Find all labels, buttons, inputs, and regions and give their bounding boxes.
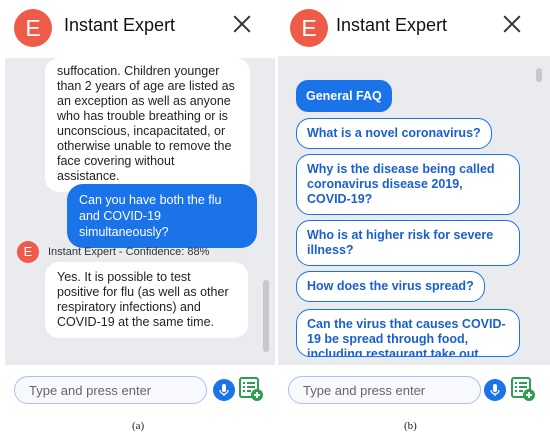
scrollbar-thumb[interactable] [536,68,542,82]
chat-area[interactable]: General FAQ What is a novel coronavirus?… [278,56,550,365]
chat-panel-b: E Instant Expert General FAQ What is a n… [278,0,550,414]
input-bar [0,366,275,414]
caption-b: (b) [404,420,417,432]
scrollbar[interactable] [536,60,542,356]
bot-message: suffocation. Children younger than 2 yea… [45,58,250,192]
chat-header: E Instant Expert [278,0,550,56]
scrollbar-thumb[interactable] [263,280,269,352]
bot-confidence-label: Instant Expert - Confidence: 88% [48,246,210,258]
input-bar [278,366,550,414]
message-input[interactable] [288,376,481,404]
bot-avatar-small: E [17,241,39,263]
caption-a: (a) [132,420,145,432]
faq-item[interactable]: What is a novel coronavirus? [296,118,492,149]
chat-header: E Instant Expert [0,0,275,56]
user-message: Can you have both the flu and COVID-19 s… [67,184,257,248]
faq-header-button[interactable]: General FAQ [296,80,392,112]
scrollbar[interactable] [263,62,269,358]
faq-item[interactable]: Who is at higher risk for severe illness… [296,220,520,266]
bot-avatar: E [290,9,328,47]
faq-item[interactable]: Can the virus that causes COVID-19 be sp… [296,309,520,357]
microphone-icon[interactable] [213,379,235,401]
list-add-icon[interactable] [510,376,536,402]
chat-panel-a: E Instant Expert suffocation. Children y… [0,0,275,414]
microphone-icon[interactable] [484,379,506,401]
close-icon[interactable] [500,12,524,36]
list-add-icon[interactable] [238,376,264,402]
bot-avatar: E [14,9,52,47]
faq-item[interactable]: Why is the disease being called coronavi… [296,154,520,215]
chat-area[interactable]: suffocation. Children younger than 2 yea… [5,58,275,365]
chat-title: Instant Expert [64,15,176,35]
faq-item[interactable]: How does the virus spread? [296,271,485,302]
bot-answer: Yes. It is possible to test positive for… [45,262,248,338]
message-input[interactable] [14,376,207,404]
close-icon[interactable] [230,12,254,36]
chat-title: Instant Expert [336,15,448,35]
